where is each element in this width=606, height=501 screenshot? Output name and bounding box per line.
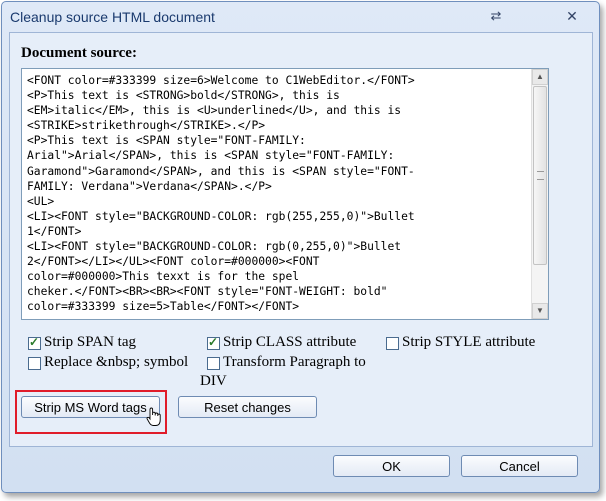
cancel-button[interactable]: Cancel — [461, 455, 578, 477]
scroll-up-arrow-icon[interactable]: ▲ — [532, 69, 548, 85]
title-bar[interactable]: Cleanup source HTML document ⇄ ✕ — [2, 2, 599, 32]
checkbox-checked-icon[interactable] — [28, 335, 41, 350]
grip-icon — [537, 171, 544, 180]
highlight-box — [15, 390, 167, 434]
reset-changes-button[interactable]: Reset changes — [178, 396, 317, 418]
dialog-title: Cleanup source HTML document — [10, 9, 215, 25]
source-textarea[interactable]: <FONT color=#333399 size=6>Welcome to C1… — [21, 68, 549, 320]
scroll-down-arrow-icon[interactable]: ▼ — [532, 303, 548, 319]
scrollbar-thumb[interactable] — [533, 86, 547, 265]
close-icon[interactable]: ✕ — [564, 8, 580, 24]
source-text: <FONT color=#333399 size=6>Welcome to C1… — [27, 74, 415, 314]
checkbox-unchecked-icon[interactable] — [207, 357, 220, 370]
vertical-scrollbar[interactable]: ▲ ▼ — [531, 69, 548, 319]
dialog-footer: OK Cancel — [2, 452, 599, 490]
ok-button[interactable]: OK — [333, 455, 450, 477]
document-source-label: Document source: — [21, 45, 137, 61]
checkbox-unchecked-icon[interactable] — [28, 357, 41, 370]
checkbox-unchecked-icon[interactable] — [386, 337, 399, 350]
mouse-pointer-icon — [146, 407, 161, 426]
main-panel: Document source: <FONT color=#333399 siz… — [9, 32, 593, 447]
transform-paragraph-label-line2: DIV — [200, 373, 227, 389]
checkbox-checked-icon[interactable] — [207, 335, 220, 350]
pin-icon[interactable]: ⇄ — [488, 8, 504, 24]
